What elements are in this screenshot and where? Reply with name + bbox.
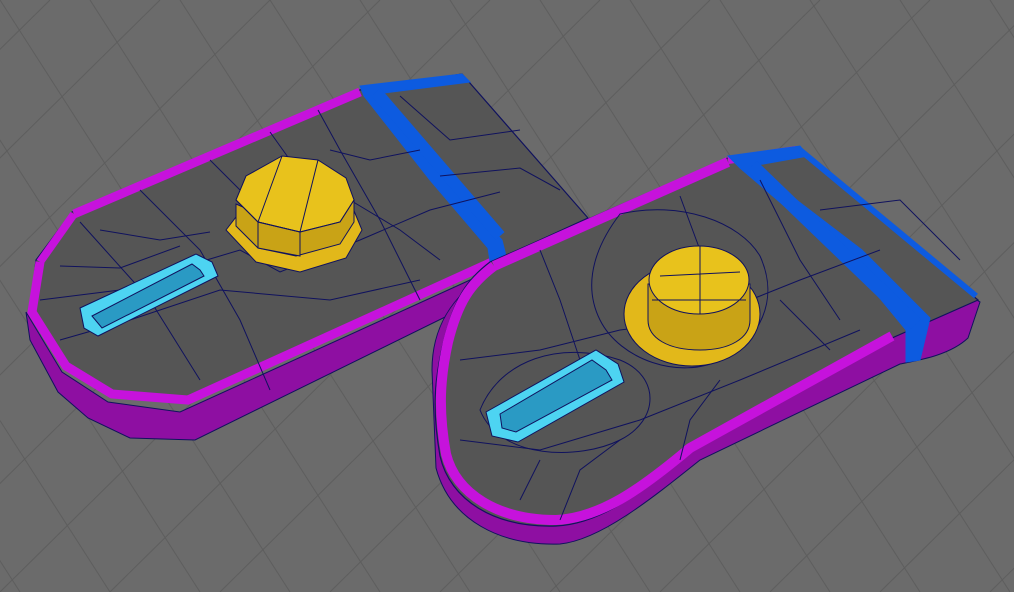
viewport-canvas[interactable] [0,0,1014,592]
grid-line [989,567,1014,592]
grid-line [989,0,1014,39]
3d-viewport[interactable] [0,0,1014,592]
